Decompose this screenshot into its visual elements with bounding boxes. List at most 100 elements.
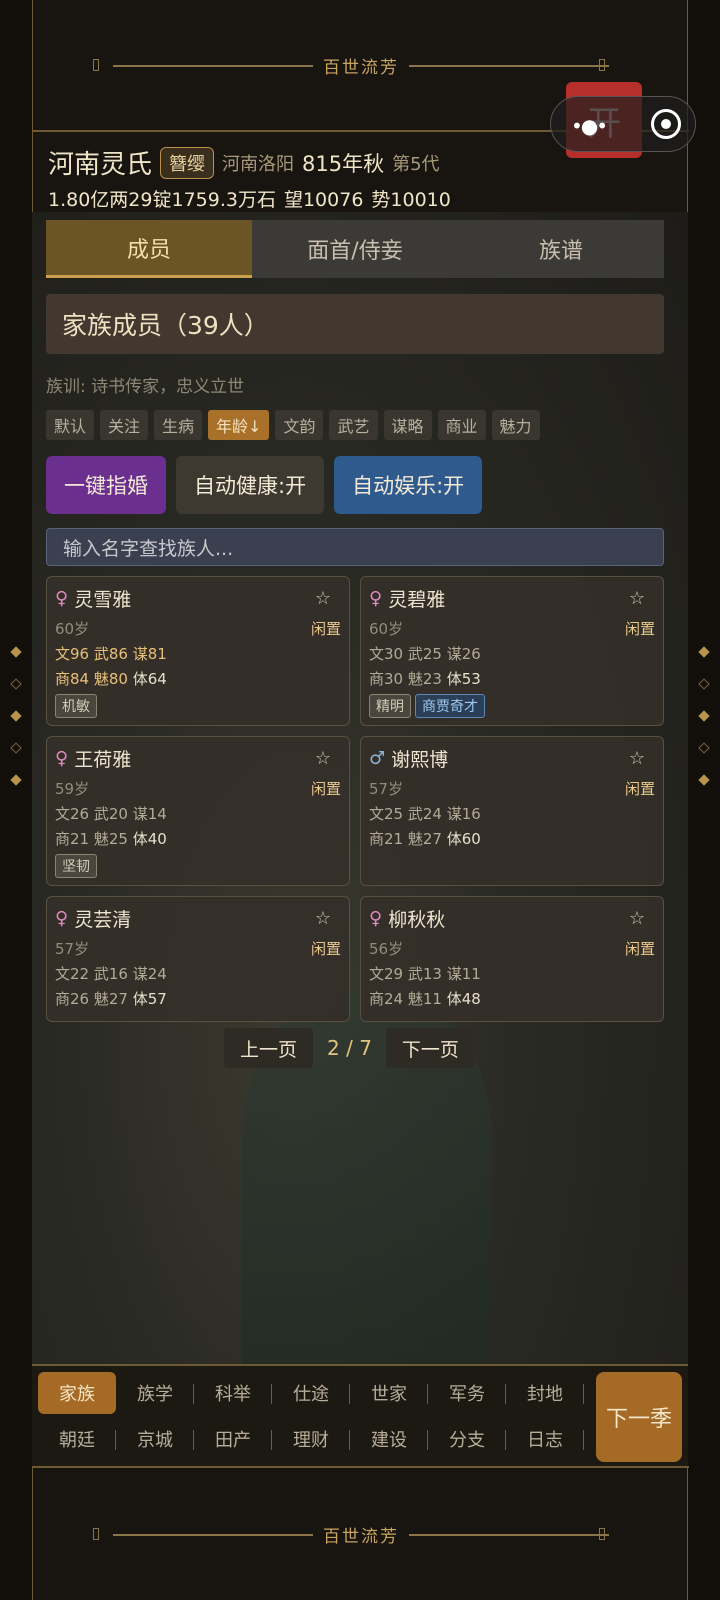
pagination: 上一页 2 / 7 下一页 xyxy=(224,1028,475,1068)
sort-culture[interactable]: 文韵 xyxy=(275,410,324,440)
member-status: 闲置 xyxy=(624,940,655,958)
member-name: 柳秋秋 xyxy=(388,909,446,931)
auto-health-button[interactable]: 自动健康:开 xyxy=(176,456,325,514)
game-date: 815年秋 xyxy=(302,151,385,176)
bottom-banner: 百世流芳 xyxy=(33,1466,689,1600)
generation: 第5代 xyxy=(392,153,440,175)
main-content: 成员 面首/侍妾 族谱 家族成员（39人） 族训: 诗书传家，忠义立世 默认 关… xyxy=(32,212,688,1364)
female-icon: ♀ xyxy=(369,588,383,609)
member-status: 闲置 xyxy=(624,780,655,798)
wealth: 1.80亿两29锭1759.3万石 xyxy=(48,189,276,211)
auto-marry-button[interactable]: 一键指婚 xyxy=(46,456,166,514)
nav-construction[interactable]: 建设 xyxy=(350,1418,428,1460)
member-card[interactable]: ♀ 灵雪雅 ☆ 60岁 闲置 文96 武86 谋81 商84 魅80 体64 机敏 xyxy=(46,576,350,726)
nav-court[interactable]: 朝廷 xyxy=(38,1418,116,1460)
next-season-button[interactable]: 下一季 xyxy=(596,1372,682,1462)
member-attrs-1: 文96 武86 谋81 xyxy=(55,645,167,663)
member-status: 闲置 xyxy=(310,620,341,638)
member-attrs-2: 商21 魅27 体60 xyxy=(369,830,481,848)
member-attrs-2: 商26 魅27 体57 xyxy=(55,990,167,1008)
member-age: 60岁 xyxy=(369,620,404,638)
tab-genealogy[interactable]: 族谱 xyxy=(458,220,664,278)
next-page-button[interactable]: 下一页 xyxy=(385,1028,475,1068)
sort-commerce[interactable]: 商业 xyxy=(437,410,486,440)
member-attrs-2: 商24 魅11 体48 xyxy=(369,990,481,1008)
tab-bar: 成员 面首/侍妾 族谱 xyxy=(46,220,664,278)
star-icon[interactable]: ☆ xyxy=(629,908,645,929)
member-name: 谢熙博 xyxy=(391,749,449,771)
trait-tag: 精明 xyxy=(369,694,411,718)
nav-finance[interactable]: 理财 xyxy=(272,1418,350,1460)
member-age: 57岁 xyxy=(55,940,90,958)
star-icon[interactable]: ☆ xyxy=(629,588,645,609)
nav-school[interactable]: 族学 xyxy=(116,1372,194,1414)
sort-charm[interactable]: 魅力 xyxy=(491,410,540,440)
sort-default[interactable]: 默认 xyxy=(46,410,95,440)
prestige: 望10076 xyxy=(283,189,364,211)
member-card[interactable]: ♀ 柳秋秋 ☆ 56岁 闲置 文29 武13 谋11 商24 魅11 体48 xyxy=(360,896,664,1022)
nav-log[interactable]: 日志 xyxy=(506,1418,584,1460)
trait-tag: 机敏 xyxy=(55,694,97,718)
member-status: 闲置 xyxy=(624,620,655,638)
auto-fun-button[interactable]: 自动娱乐:开 xyxy=(334,456,483,514)
star-icon[interactable]: ☆ xyxy=(315,908,331,929)
nav-exam[interactable]: 科举 xyxy=(194,1372,272,1414)
member-attrs-2: 商30 魅23 体53 xyxy=(369,670,481,688)
prev-page-button[interactable]: 上一页 xyxy=(224,1028,314,1068)
member-attrs-1: 文25 武24 谋16 xyxy=(369,805,481,823)
nav-military[interactable]: 军务 xyxy=(428,1372,506,1414)
sort-age[interactable]: 年龄↓ xyxy=(208,410,270,440)
member-card[interactable]: ♀ 灵碧雅 ☆ 60岁 闲置 文30 武25 谋26 商30 魅23 体53 精明商… xyxy=(360,576,664,726)
more-icon[interactable]: •●• xyxy=(571,114,608,138)
nav-clan[interactable]: 家族 xyxy=(38,1372,116,1414)
clan-name: 河南灵氏 xyxy=(48,150,153,180)
tab-members[interactable]: 成员 xyxy=(46,220,252,278)
clan-motto: 族训: 诗书传家，忠义立世 xyxy=(46,377,245,397)
tab-concubines[interactable]: 面首/侍妾 xyxy=(252,220,458,278)
star-icon[interactable]: ☆ xyxy=(315,748,331,769)
clan-location: 河南洛阳 xyxy=(222,153,295,175)
banner-title: 百世流芳 xyxy=(317,52,405,78)
star-icon[interactable]: ☆ xyxy=(629,748,645,769)
female-icon: ♀ xyxy=(55,588,69,609)
page-indicator: 2 / 7 xyxy=(327,1036,372,1060)
member-status: 闲置 xyxy=(310,780,341,798)
member-age: 60岁 xyxy=(55,620,90,638)
sort-filters: 默认 关注 生病 年龄↓ 文韵 武艺 谋略 商业 魅力 xyxy=(46,410,540,440)
nav-career[interactable]: 仕途 xyxy=(272,1372,350,1414)
female-icon: ♀ xyxy=(369,908,383,929)
star-icon[interactable]: ☆ xyxy=(315,588,331,609)
bottom-nav: 家族 族学 科举 仕途 世家 军务 封地 朝廷 京城 田产 理财 建设 分支 日… xyxy=(32,1364,688,1466)
member-age: 59岁 xyxy=(55,780,90,798)
member-search-input[interactable]: 输入名字查找族人... xyxy=(46,528,664,566)
sort-sick[interactable]: 生病 xyxy=(154,410,203,440)
sort-followed[interactable]: 关注 xyxy=(100,410,149,440)
member-card[interactable]: ♀ 王荷雅 ☆ 59岁 闲置 文26 武20 谋14 商21 魅25 体40 坚韧 xyxy=(46,736,350,886)
sort-martial[interactable]: 武艺 xyxy=(329,410,378,440)
member-name: 王荷雅 xyxy=(74,749,132,771)
member-name: 灵雪雅 xyxy=(74,589,132,611)
nav-fief[interactable]: 封地 xyxy=(506,1372,584,1414)
female-icon: ♀ xyxy=(55,908,69,929)
member-name: 灵碧雅 xyxy=(388,589,446,611)
nav-branches[interactable]: 分支 xyxy=(428,1418,506,1460)
clan-rank-badge: 簪缨 xyxy=(160,146,215,179)
member-card[interactable]: ♂ 谢熙博 ☆ 57岁 闲置 文25 武24 谋16 商21 魅27 体60 xyxy=(360,736,664,886)
trait-tag: 商贾奇才 xyxy=(415,694,485,718)
member-status: 闲置 xyxy=(310,940,341,958)
member-age: 56岁 xyxy=(369,940,404,958)
member-name: 灵芸清 xyxy=(74,909,132,931)
nav-families[interactable]: 世家 xyxy=(350,1372,428,1414)
nav-capital[interactable]: 京城 xyxy=(116,1418,194,1460)
member-card[interactable]: ♀ 灵芸清 ☆ 57岁 闲置 文22 武16 谋24 商26 魅27 体57 xyxy=(46,896,350,1022)
close-target-icon[interactable] xyxy=(651,109,681,139)
banner-title-bottom: 百世流芳 xyxy=(317,1521,405,1547)
member-attrs-2: 商21 魅25 体40 xyxy=(55,830,167,848)
sort-strategy[interactable]: 谋略 xyxy=(383,410,432,440)
right-side-ornament xyxy=(698,646,710,948)
member-attrs-1: 文22 武16 谋24 xyxy=(55,965,167,983)
member-grid: ♀ 灵雪雅 ☆ 60岁 闲置 文96 武86 谋81 商84 魅80 体64 机敏 … xyxy=(46,576,664,1022)
member-attrs-1: 文30 武25 谋26 xyxy=(369,645,481,663)
nav-farmland[interactable]: 田产 xyxy=(194,1418,272,1460)
miniprogram-capsule[interactable]: •●• xyxy=(550,96,696,152)
